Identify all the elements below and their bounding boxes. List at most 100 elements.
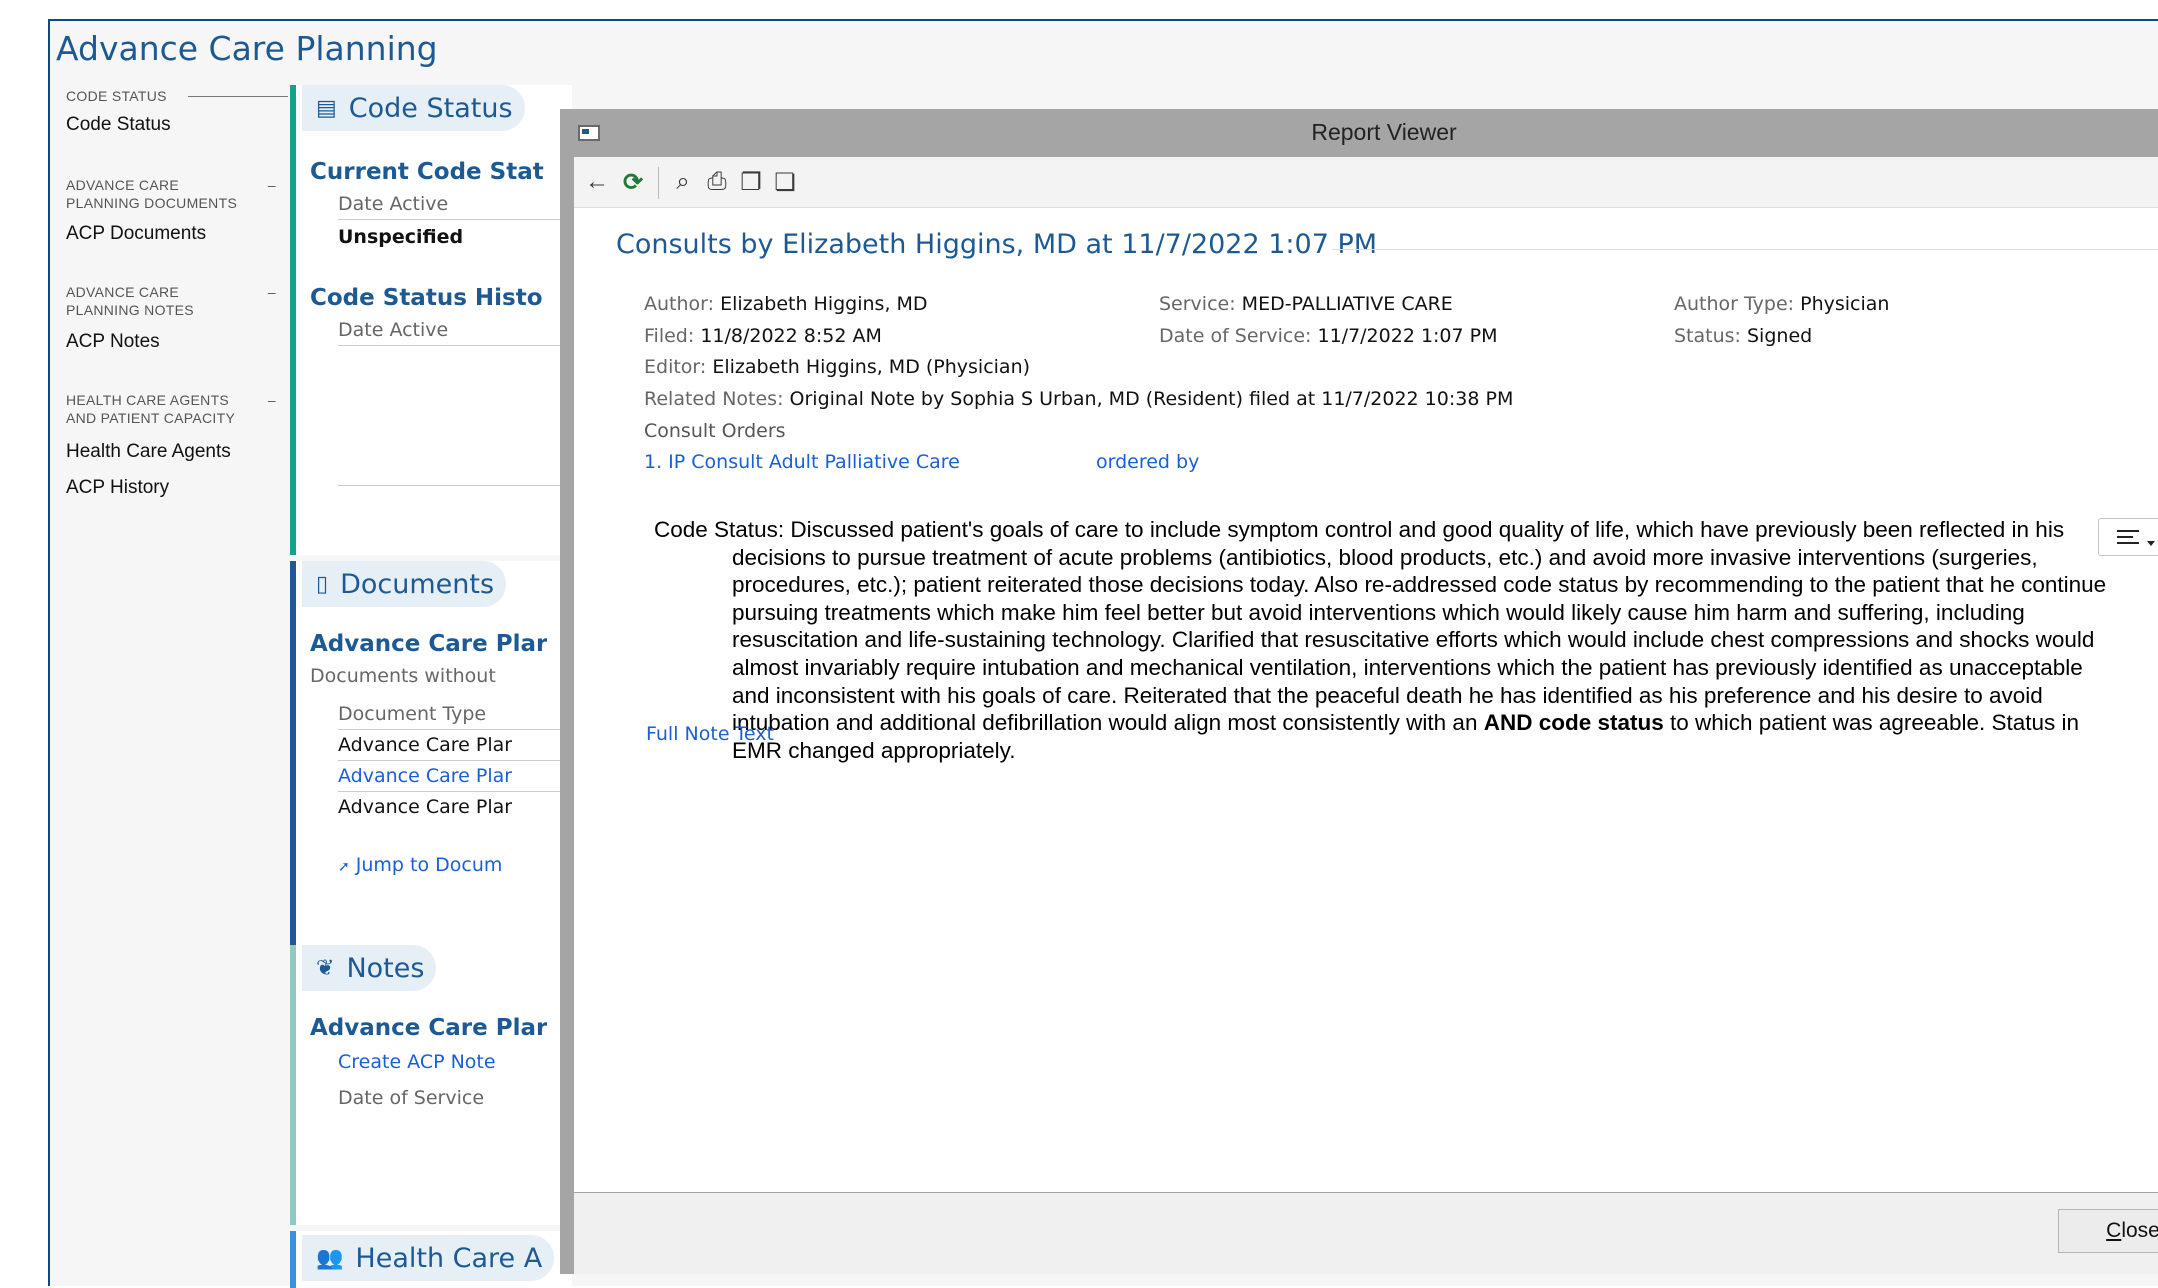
meta-status: Status: Signed bbox=[1674, 325, 1812, 347]
code-status-history-heading: Code Status Histo bbox=[310, 285, 543, 311]
code-status-section: ▤ Code Status Current Code Stat Date Act… bbox=[290, 85, 572, 555]
divider bbox=[338, 485, 572, 486]
people-icon: 👥 bbox=[316, 1245, 344, 1271]
note-bold-text: AND code status bbox=[1483, 710, 1664, 736]
dialog-body: ← ⟳ ⌕ ⎙ ❐ ❏ Consults by Elizabeth Higgin… bbox=[574, 157, 2158, 1192]
divider bbox=[338, 791, 572, 792]
arrow-icon: ➚ bbox=[338, 859, 350, 875]
divider bbox=[338, 729, 572, 730]
link-label: Jump to Docum bbox=[355, 854, 503, 876]
nav-section-header: Code Status bbox=[66, 88, 167, 104]
divider bbox=[338, 345, 572, 346]
meta-date-of-service: Date of Service: 11/7/2022 1:07 PM bbox=[1159, 325, 1498, 347]
note-menu-button[interactable] bbox=[2098, 518, 2158, 556]
nav-section-header: Health Care Agents bbox=[66, 392, 230, 408]
nav-section-header: and Patient Capacity bbox=[66, 410, 236, 426]
meta-value: 11/7/2022 1:07 PM bbox=[1317, 325, 1498, 347]
refresh-icon[interactable]: ⟳ bbox=[618, 167, 648, 197]
report-title: Consults by Elizabeth Higgins, MD at 11/… bbox=[616, 229, 1378, 260]
section-title: Notes bbox=[346, 952, 425, 984]
meta-author: Author: Elizabeth Higgins, MD bbox=[644, 293, 928, 315]
report-content: Consults by Elizabeth Higgins, MD at 11/… bbox=[574, 209, 2158, 1189]
find-binoculars-icon[interactable]: ⌕ bbox=[668, 167, 698, 197]
full-note-text-link[interactable]: Full Note Text bbox=[646, 723, 774, 745]
close-label: lose bbox=[2121, 1219, 2158, 1242]
meta-key: Editor: bbox=[644, 356, 707, 378]
nav-section-header: Planning Documents bbox=[66, 195, 238, 211]
nav-section-header: Advance Care bbox=[66, 177, 180, 193]
app-title: Advance Care Planning bbox=[56, 29, 438, 68]
nav-item-acp-history[interactable]: ACP History bbox=[66, 477, 169, 499]
meta-value: MED-PALLIATIVE CARE bbox=[1241, 293, 1453, 315]
nav-section-header: Planning Notes bbox=[66, 302, 194, 318]
collapse-icon[interactable]: – bbox=[268, 283, 276, 301]
consult-order-link[interactable]: 1. IP Consult Adult Palliative Care bbox=[644, 451, 960, 473]
document-type-label: Document Type bbox=[338, 703, 487, 725]
chevron-down-icon bbox=[2147, 541, 2155, 546]
dialog-title: Report Viewer bbox=[1311, 118, 1457, 145]
dialog-titlebar[interactable]: Report Viewer ✕ bbox=[560, 109, 2158, 155]
menu-lines-icon bbox=[2117, 536, 2133, 538]
nav-section-health-care-agents: Health Care Agents and Patient Capacity … bbox=[66, 391, 276, 427]
dialog-footer: Close bbox=[574, 1193, 2158, 1274]
jump-to-documents-link[interactable]: ➚ Jump to Docum bbox=[338, 854, 502, 876]
meta-related-notes: Related Notes: Original Note by Sophia S… bbox=[644, 388, 1513, 410]
meta-key: Date of Service: bbox=[1159, 325, 1312, 347]
app-window: Advance Care Planning Code Status Code S… bbox=[48, 19, 2158, 1288]
back-arrow-icon[interactable]: ← bbox=[582, 167, 612, 197]
divider bbox=[338, 219, 572, 220]
history-date-active-label: Date Active bbox=[338, 319, 449, 341]
close-mnemonic: C bbox=[2106, 1219, 2122, 1242]
copy-all-icon[interactable]: ❏ bbox=[770, 167, 800, 197]
section-title: Health Care A bbox=[355, 1242, 543, 1274]
current-code-status-heading: Current Code Stat bbox=[310, 159, 544, 185]
meta-filed: Filed: 11/8/2022 8:52 AM bbox=[644, 325, 882, 347]
meta-editor: Editor: Elizabeth Higgins, MD (Physician… bbox=[644, 356, 1030, 378]
meta-value: Signed bbox=[1747, 325, 1813, 347]
documents-header: ▯ Documents bbox=[302, 561, 507, 607]
consult-orders-label: Consult Orders bbox=[644, 420, 786, 442]
nav-item-acp-notes[interactable]: ACP Notes bbox=[66, 331, 160, 353]
document-row[interactable]: Advance Care Plar bbox=[338, 796, 512, 818]
document-row[interactable]: Advance Care Plar bbox=[338, 734, 512, 756]
date-active-label: Date Active bbox=[338, 193, 449, 215]
meta-value: Elizabeth Higgins, MD (Physician) bbox=[712, 356, 1031, 378]
nav-item-health-care-agents[interactable]: Health Care Agents bbox=[66, 441, 231, 463]
copy-icon[interactable]: ❐ bbox=[736, 167, 766, 197]
nav-section-code-status: Code Status bbox=[66, 87, 288, 105]
collapse-icon[interactable]: – bbox=[268, 391, 276, 409]
nav-item-acp-documents[interactable]: ACP Documents bbox=[66, 223, 206, 245]
notes-header: ❦ Notes bbox=[302, 945, 437, 991]
notes-heading: Advance Care Plar bbox=[310, 1015, 548, 1041]
code-status-header: ▤ Code Status bbox=[302, 85, 525, 131]
divider bbox=[1332, 249, 2158, 250]
window-icon bbox=[578, 125, 600, 141]
date-of-service-label: Date of Service bbox=[338, 1087, 485, 1109]
nav-section-acp-documents: Advance Care Planning Documents – bbox=[66, 176, 276, 212]
meta-author-type: Author Type: Physician bbox=[1674, 293, 1889, 315]
nav-section-header: Advance Care bbox=[66, 284, 180, 300]
close-button[interactable]: Close bbox=[2058, 1209, 2158, 1253]
menu-lines-icon bbox=[2117, 530, 2139, 532]
nav-item-code-status[interactable]: Code Status bbox=[66, 114, 171, 136]
toolbar-separator bbox=[658, 167, 659, 199]
meta-key: Status: bbox=[1674, 325, 1741, 347]
meta-value: Physician bbox=[1800, 293, 1890, 315]
menu-lines-icon bbox=[2117, 542, 2139, 544]
health-care-agents-header: 👥 Health Care A bbox=[302, 1235, 555, 1281]
collapse-icon[interactable]: – bbox=[268, 176, 276, 194]
meta-value: 11/8/2022 8:52 AM bbox=[700, 325, 882, 347]
notes-section: ❦ Notes Advance Care Plar Create ACP Not… bbox=[290, 945, 572, 1225]
note-body: Code Status: Discussed patient's goals o… bbox=[654, 516, 2112, 764]
section-title: Code Status bbox=[348, 92, 513, 124]
meta-key: Author: bbox=[644, 293, 715, 315]
create-acp-note-link[interactable]: Create ACP Note bbox=[338, 1051, 496, 1073]
ordered-by-link[interactable]: ordered by bbox=[1096, 451, 1199, 473]
document-row[interactable]: Advance Care Plar bbox=[338, 765, 512, 787]
meta-key: Related Notes: bbox=[644, 388, 784, 410]
meta-key: Service: bbox=[1159, 293, 1236, 315]
print-icon[interactable]: ⎙ bbox=[702, 167, 732, 197]
notes-icon: ❦ bbox=[316, 955, 335, 981]
meta-key: Author Type: bbox=[1674, 293, 1795, 315]
nav-section-acp-notes: Advance Care Planning Notes – bbox=[66, 283, 276, 319]
